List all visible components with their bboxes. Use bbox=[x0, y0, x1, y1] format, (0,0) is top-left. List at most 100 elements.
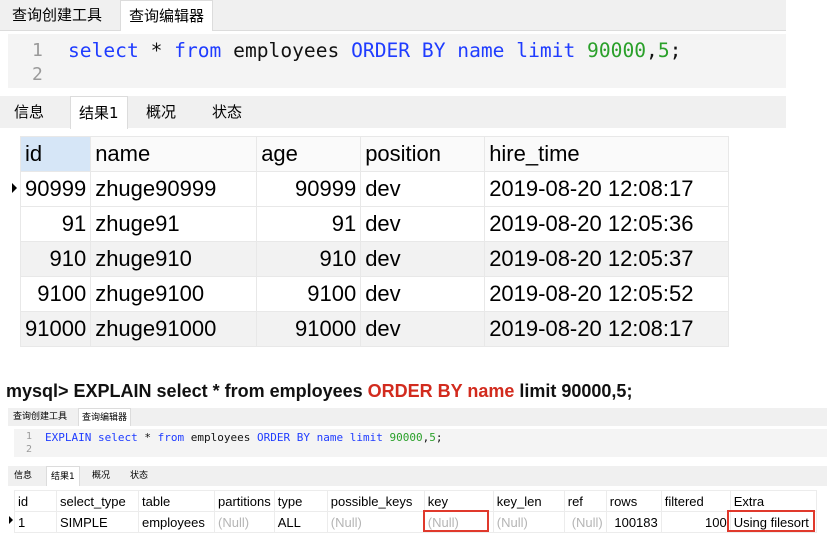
sql-editor[interactable]: 1 2 select * from employees ORDER BY nam… bbox=[8, 34, 786, 88]
result-grid[interactable]: id name age position hire_time 90999 zhu… bbox=[19, 136, 730, 347]
table-row[interactable]: 9100 zhuge9100 9100 dev 2019-08-20 12:05… bbox=[19, 276, 730, 312]
cell-name[interactable]: zhuge910 bbox=[90, 241, 258, 277]
column-header-partitions[interactable]: partitions bbox=[214, 490, 275, 512]
sql-statement[interactable]: select * from employees ORDER BY name li… bbox=[68, 39, 681, 62]
sql-table-name: employees bbox=[184, 431, 257, 444]
cell-id[interactable]: 90999 bbox=[19, 171, 92, 207]
cell-hire-time[interactable]: 2019-08-20 12:05:52 bbox=[484, 276, 730, 312]
caption-prefix: mysql> EXPLAIN select * from employees bbox=[6, 381, 368, 401]
cell-position[interactable]: dev bbox=[360, 206, 486, 242]
cell-rows[interactable]: 100183 bbox=[605, 511, 662, 533]
column-header-key-len[interactable]: key_len bbox=[492, 490, 565, 512]
column-header-id[interactable]: id bbox=[19, 136, 92, 172]
sql-keyword: limit bbox=[516, 39, 576, 62]
result-tab-bar: 信息 结果1 概况 状态 bbox=[0, 96, 786, 129]
highlight-box-key bbox=[423, 510, 489, 532]
line-number: 2 bbox=[32, 64, 43, 85]
cell-name[interactable]: zhuge90999 bbox=[90, 171, 258, 207]
tab-status[interactable]: 状态 bbox=[126, 466, 152, 486]
column-header-ref[interactable]: ref bbox=[563, 490, 607, 512]
cell-position[interactable]: dev bbox=[360, 276, 486, 312]
cell-age[interactable]: 91000 bbox=[256, 311, 362, 347]
sql-keyword: from bbox=[157, 431, 185, 444]
sql-number: 5 bbox=[657, 39, 670, 62]
query-tab-bar: 查询创建工具 查询编辑器 bbox=[8, 408, 827, 426]
tab-result-1[interactable]: 结果1 bbox=[46, 466, 80, 486]
column-header-id[interactable]: id bbox=[14, 490, 57, 512]
cell-key-len[interactable]: (Null) bbox=[492, 511, 565, 533]
column-header-rows[interactable]: rows bbox=[605, 490, 662, 512]
column-header-select-type[interactable]: select_type bbox=[56, 490, 139, 512]
column-header-table[interactable]: table bbox=[138, 490, 215, 512]
cell-age[interactable]: 9100 bbox=[256, 276, 362, 312]
sql-text: ; bbox=[669, 39, 682, 62]
column-header-type[interactable]: type bbox=[273, 490, 328, 512]
cell-position[interactable]: dev bbox=[360, 241, 486, 277]
table-row[interactable]: 90999 zhuge90999 90999 dev 2019-08-20 12… bbox=[19, 171, 730, 207]
tab-status[interactable]: 状态 bbox=[204, 96, 250, 128]
column-header-key[interactable]: key bbox=[423, 490, 494, 512]
cell-filtered[interactable]: 100 bbox=[660, 511, 731, 533]
sql-text: * bbox=[138, 39, 175, 62]
sql-keyword: select bbox=[68, 39, 139, 62]
column-header-age[interactable]: age bbox=[256, 136, 362, 172]
sql-text: * bbox=[137, 431, 158, 444]
sql-editor[interactable]: 1 2 EXPLAIN select * from employees ORDE… bbox=[14, 429, 827, 457]
sql-column-name: name bbox=[445, 39, 517, 62]
cell-id[interactable]: 9100 bbox=[19, 276, 92, 312]
sql-column-name: name bbox=[309, 431, 350, 444]
cell-hire-time[interactable]: 2019-08-20 12:08:17 bbox=[484, 311, 730, 347]
tab-query-editor[interactable]: 查询编辑器 bbox=[78, 408, 132, 426]
current-row-marker-icon bbox=[12, 183, 17, 193]
cell-name[interactable]: zhuge91 bbox=[90, 206, 258, 242]
cell-hire-time[interactable]: 2019-08-20 12:05:37 bbox=[484, 241, 730, 277]
cell-table[interactable]: employees bbox=[138, 511, 215, 533]
column-header-name[interactable]: name bbox=[90, 136, 258, 172]
column-header-hire-time[interactable]: hire_time bbox=[484, 136, 730, 172]
cell-id[interactable]: 1 bbox=[14, 511, 57, 533]
sql-number: 5 bbox=[429, 431, 436, 444]
tab-query-editor[interactable]: 查询编辑器 bbox=[120, 0, 214, 31]
cell-id[interactable]: 910 bbox=[19, 241, 92, 277]
sql-keyword: from bbox=[174, 39, 222, 62]
sql-number: 90000 bbox=[382, 431, 423, 444]
cell-age[interactable]: 910 bbox=[256, 241, 362, 277]
cell-partitions[interactable]: (Null) bbox=[214, 511, 275, 533]
sql-keyword: limit bbox=[349, 431, 383, 444]
sql-text: ; bbox=[435, 431, 443, 444]
tab-overview[interactable]: 概况 bbox=[88, 466, 114, 486]
highlight-box-extra bbox=[727, 510, 815, 532]
cell-name[interactable]: zhuge9100 bbox=[90, 276, 258, 312]
cell-select-type[interactable]: SIMPLE bbox=[56, 511, 139, 533]
table-row[interactable]: 91000 zhuge91000 91000 dev 2019-08-20 12… bbox=[19, 311, 730, 347]
sql-statement[interactable]: EXPLAIN select * from employees ORDER BY… bbox=[45, 431, 442, 444]
column-header-filtered[interactable]: filtered bbox=[660, 490, 731, 512]
cell-ref[interactable]: (Null) bbox=[563, 511, 607, 533]
table-row[interactable]: 910 zhuge910 910 dev 2019-08-20 12:05:37 bbox=[19, 241, 730, 277]
tab-info[interactable]: 信息 bbox=[10, 466, 36, 486]
tab-query-builder[interactable]: 查询创建工具 bbox=[4, 0, 110, 30]
cell-position[interactable]: dev bbox=[360, 311, 486, 347]
cell-hire-time[interactable]: 2019-08-20 12:08:17 bbox=[484, 171, 730, 207]
cell-age[interactable]: 91 bbox=[256, 206, 362, 242]
cell-possible-keys[interactable]: (Null) bbox=[326, 511, 425, 533]
sql-table-name: employees bbox=[221, 39, 352, 62]
column-header-position[interactable]: position bbox=[360, 136, 486, 172]
cell-id[interactable]: 91 bbox=[19, 206, 92, 242]
column-header-extra[interactable]: Extra bbox=[729, 490, 817, 512]
sql-keyword: select bbox=[97, 431, 138, 444]
cell-type[interactable]: ALL bbox=[273, 511, 328, 533]
cell-name[interactable]: zhuge91000 bbox=[90, 311, 258, 347]
table-row[interactable]: 91 zhuge91 91 dev 2019-08-20 12:05:36 bbox=[19, 206, 730, 242]
explain-result-grid[interactable]: id select_type table partitions type pos… bbox=[14, 490, 817, 533]
tab-info[interactable]: 信息 bbox=[6, 96, 52, 128]
column-header-possible-keys[interactable]: possible_keys bbox=[326, 490, 425, 512]
tab-result-1[interactable]: 结果1 bbox=[70, 96, 128, 129]
cell-id[interactable]: 91000 bbox=[19, 311, 92, 347]
cell-age[interactable]: 90999 bbox=[256, 171, 362, 207]
cell-position[interactable]: dev bbox=[360, 171, 486, 207]
table-row[interactable]: 1 SIMPLE employees (Null) ALL (Null) (Nu… bbox=[14, 511, 817, 533]
cell-hire-time[interactable]: 2019-08-20 12:05:36 bbox=[484, 206, 730, 242]
tab-query-builder[interactable]: 查询创建工具 bbox=[10, 408, 70, 426]
tab-overview[interactable]: 概况 bbox=[138, 96, 184, 128]
